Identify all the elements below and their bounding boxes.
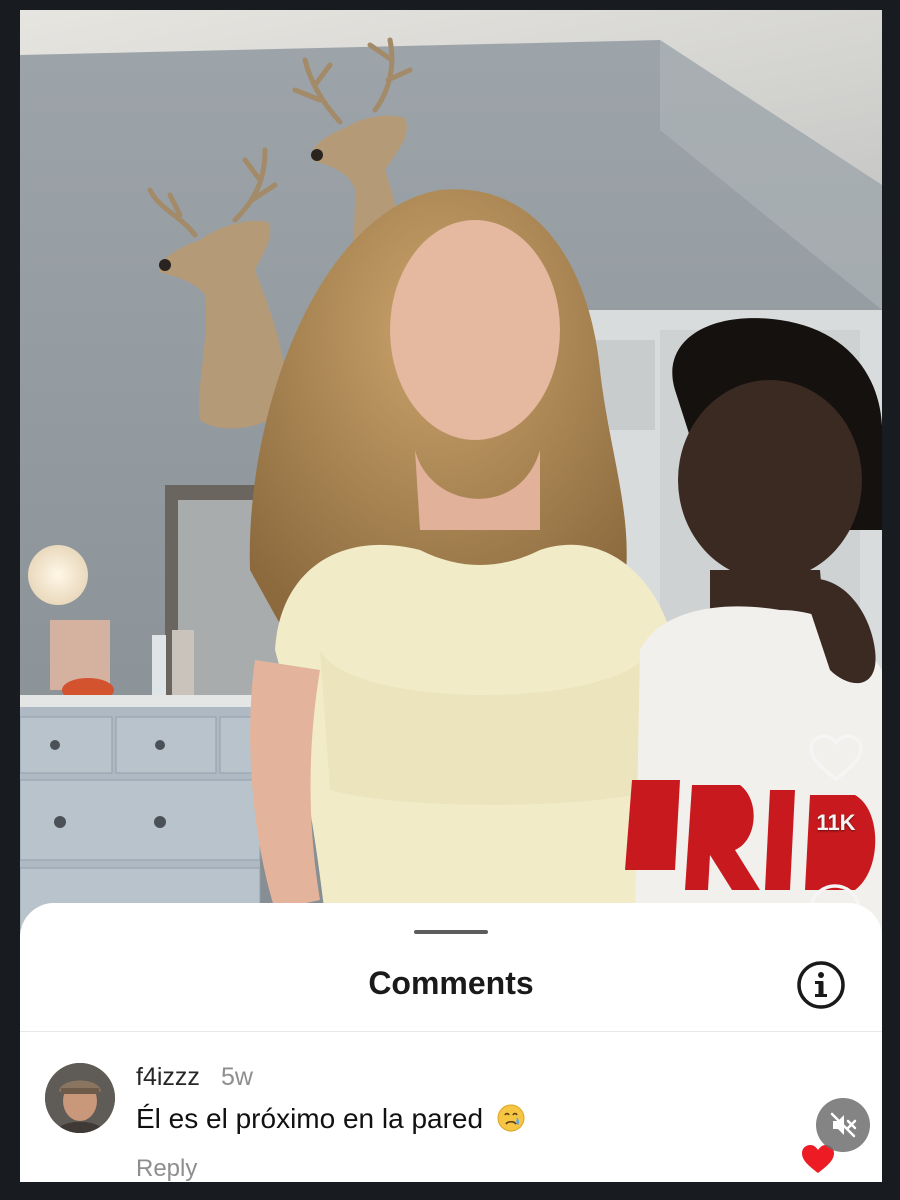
like-count: 11K (816, 810, 856, 835)
sheet-title: Comments (368, 965, 534, 1001)
comment-username[interactable]: f4izzz (136, 1063, 200, 1092)
comment-text: Él es el próximo en la pared (136, 1103, 484, 1134)
screen: 11K Comments f4izzz 5w Él es el próximo … (0, 0, 900, 1200)
avatar[interactable] (45, 1063, 115, 1133)
comment-timestamp: 5w (221, 1063, 253, 1091)
reply-button[interactable]: Reply (136, 1155, 197, 1182)
comment-item: f4izzz 5w Él es el próximo en la pared R… (20, 1053, 882, 1182)
like-button[interactable] (805, 730, 867, 786)
divider (20, 1031, 882, 1032)
crying-face-emoji (497, 1104, 525, 1139)
speaker-muted-icon (830, 1112, 857, 1138)
heart-outline-icon (809, 734, 863, 781)
mute-button[interactable] (816, 1098, 870, 1152)
comment-text-row: Él es el próximo en la pared (136, 1103, 525, 1139)
avatar-image (45, 1063, 115, 1133)
info-circle-icon (797, 961, 845, 1009)
comments-sheet: Comments f4izzz 5w Él es el próximo en l… (20, 903, 882, 1182)
drag-handle[interactable] (414, 930, 488, 934)
info-button[interactable] (796, 960, 846, 1010)
